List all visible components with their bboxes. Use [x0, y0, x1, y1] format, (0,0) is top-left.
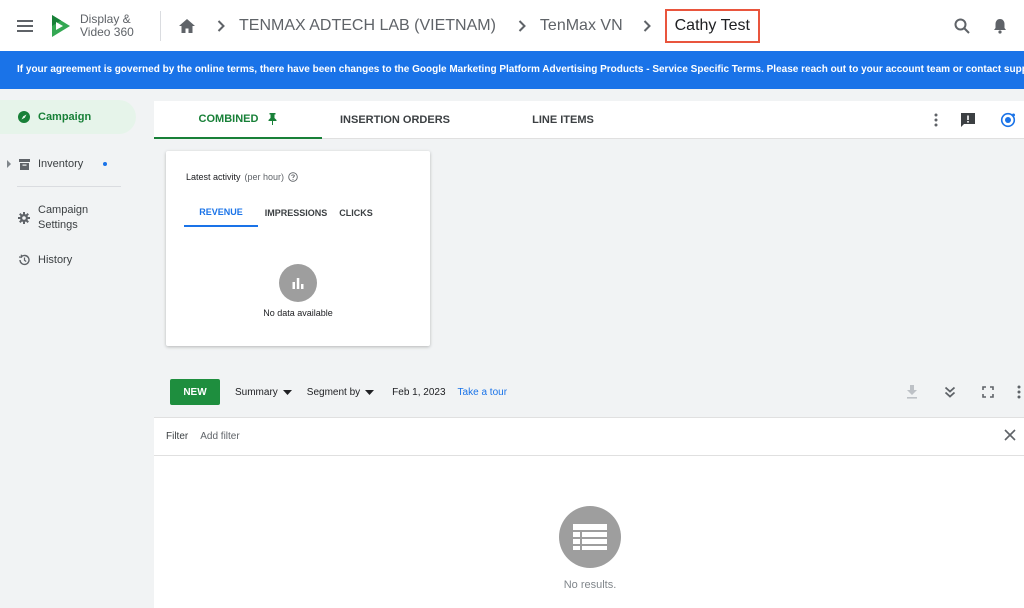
- gear-icon: [18, 212, 30, 224]
- close-icon: [1004, 429, 1016, 441]
- no-results-text: No results.: [563, 579, 617, 591]
- sidebar-divider: [17, 186, 121, 187]
- header-divider: [160, 10, 161, 41]
- new-indicator-dot: [103, 162, 108, 166]
- card-title-text: Latest activity: [186, 172, 241, 182]
- breadcrumb-advertiser[interactable]: TenMax VN: [540, 17, 623, 35]
- bell-icon: [994, 18, 1006, 34]
- sidebar-item-label: Inventory: [38, 157, 84, 170]
- sidebar: Campaign Inventory Campaign Settings His…: [0, 89, 146, 608]
- download-button[interactable]: [900, 380, 924, 404]
- table-list-icon: [573, 524, 607, 550]
- segment-label: Segment by: [306, 386, 361, 398]
- chevron-right-icon: [209, 19, 233, 32]
- sidebar-item-label: History: [38, 253, 73, 266]
- inventory-icon: [19, 158, 30, 170]
- breadcrumb-campaign[interactable]: Cathy Test: [664, 8, 760, 43]
- product-name-line2: Video 360: [80, 24, 134, 39]
- dropdown-arrow-icon: [282, 389, 292, 395]
- pin-icon[interactable]: [268, 113, 277, 125]
- tab-combined[interactable]: COMBINED: [154, 101, 322, 139]
- sync-status-icon: [1000, 112, 1016, 128]
- segment-by-dropdown[interactable]: Segment by: [306, 386, 375, 398]
- table-toolbar: NEW Summary Segment by Feb 1, 2023 Take …: [170, 379, 1024, 405]
- sidebar-item-label: Campaign: [38, 110, 92, 123]
- history-icon: [18, 254, 30, 266]
- sidebar-item-campaign-settings[interactable]: Campaign Settings: [18, 202, 136, 234]
- tab-insertion-orders[interactable]: INSERTION ORDERS: [322, 101, 468, 139]
- latest-activity-card: Latest activity (per hour) REVENUE IMPRE…: [166, 151, 430, 346]
- download-icon: [907, 385, 917, 399]
- sidebar-item-history[interactable]: History: [18, 250, 136, 270]
- hamburger-menu-icon: [17, 19, 33, 32]
- chevron-right-icon: [510, 19, 534, 32]
- product-logo[interactable]: Display & Video 360: [50, 11, 160, 39]
- table-more-button[interactable]: [1014, 380, 1024, 404]
- summary-dropdown[interactable]: Summary: [235, 387, 292, 398]
- activity-metric-tabs: REVENUE IMPRESSIONS CLICKS: [184, 199, 378, 227]
- no-results-badge: [559, 506, 621, 568]
- bar-chart-icon: [292, 278, 304, 289]
- refresh-status-button[interactable]: [996, 108, 1020, 132]
- terms-notice-banner: If your agreement is governed by the onl…: [0, 51, 1024, 89]
- collapse-button[interactable]: [938, 380, 962, 404]
- sidebar-item-campaign[interactable]: Campaign: [0, 100, 136, 134]
- clear-filter-button[interactable]: [1004, 428, 1016, 446]
- take-a-tour-link[interactable]: Take a tour: [458, 387, 507, 398]
- fullscreen-icon: [982, 386, 994, 398]
- expand-arrow-icon[interactable]: [6, 160, 12, 168]
- dropdown-arrow-icon: [365, 389, 375, 395]
- feedback-button[interactable]: [956, 108, 980, 132]
- new-button[interactable]: NEW: [170, 379, 220, 405]
- more-options-button[interactable]: [924, 108, 948, 132]
- top-app-bar: Display & Video 360 TENMAX ADTECH LAB (V…: [0, 0, 1024, 51]
- sidebar-item-inventory[interactable]: Inventory: [0, 153, 136, 175]
- entity-tabs: COMBINED INSERTION ORDERS LINE ITEMS: [154, 101, 1024, 139]
- notifications-button[interactable]: [988, 14, 1012, 38]
- tab-label: COMBINED: [198, 113, 259, 125]
- search-icon: [954, 18, 970, 34]
- home-button[interactable]: [171, 10, 203, 42]
- summary-label: Summary: [235, 386, 278, 398]
- double-chevron-down-icon: [944, 386, 956, 398]
- breadcrumb-partner[interactable]: TENMAX ADTECH LAB (VIETNAM): [239, 17, 496, 35]
- help-icon[interactable]: [288, 172, 298, 182]
- menu-button[interactable]: [0, 0, 50, 51]
- home-icon: [179, 18, 195, 33]
- dv360-logo-icon: [52, 14, 70, 37]
- tab-line-items[interactable]: LINE ITEMS: [468, 101, 658, 139]
- more-vert-icon: [1017, 385, 1021, 399]
- results-table-area: No results.: [154, 456, 1024, 608]
- chevron-right-icon: [635, 19, 659, 32]
- card-subtitle-text: (per hour): [244, 172, 285, 182]
- date-range[interactable]: Feb 1, 2023: [392, 387, 445, 398]
- filter-label: Filter: [166, 431, 189, 442]
- fullscreen-button[interactable]: [976, 380, 1000, 404]
- no-data-text: No data available: [263, 308, 333, 318]
- add-filter-input[interactable]: Add filter: [200, 431, 239, 442]
- latest-activity-title: Latest activity (per hour): [186, 172, 298, 182]
- compass-icon: [18, 111, 30, 123]
- sidebar-item-label: Campaign Settings: [38, 204, 89, 231]
- tab-revenue[interactable]: REVENUE: [184, 199, 258, 227]
- tab-clicks[interactable]: CLICKS: [334, 199, 378, 227]
- filter-bar: Filter Add filter: [154, 417, 1024, 456]
- product-name-line1: Display &: [80, 11, 131, 26]
- no-data-badge: [279, 264, 317, 302]
- feedback-icon: [961, 113, 975, 127]
- main-content: COMBINED INSERTION ORDERS LINE ITEMS Lat…: [154, 101, 1024, 608]
- search-button[interactable]: [950, 14, 974, 38]
- more-vert-icon: [934, 113, 938, 127]
- tab-impressions[interactable]: IMPRESSIONS: [258, 199, 334, 227]
